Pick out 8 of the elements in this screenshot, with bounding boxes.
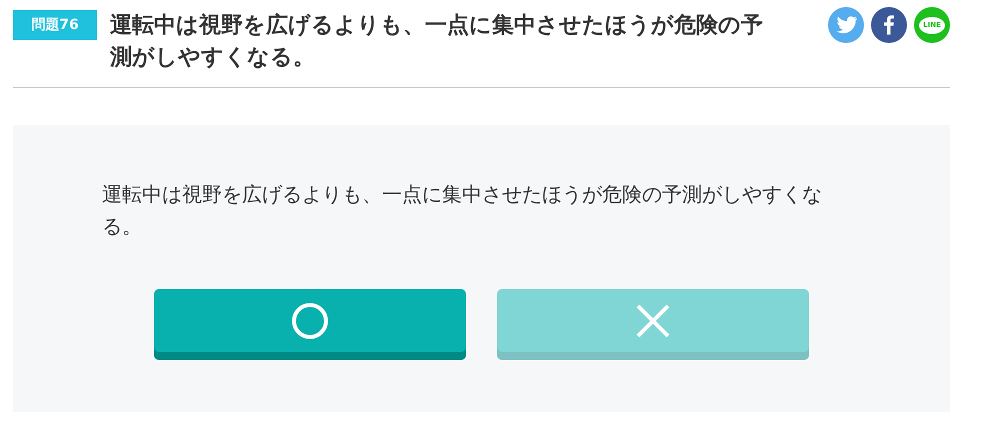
share-button[interactable] bbox=[871, 7, 907, 43]
answer-button[interactable] bbox=[154, 289, 466, 360]
question-title: 運転中は視野を広げるよりも、一点に集中させたほうが危険の予測がしやすくなる。 bbox=[110, 12, 764, 72]
bird-icon bbox=[836, 16, 856, 34]
question-number-badge: 問題76 bbox=[13, 10, 97, 40]
question-text: 運転中は視野を広げるよりも、一点に集中させたほうが危険の予測がしやすくなる。 bbox=[102, 181, 823, 240]
letter-f-icon bbox=[884, 15, 894, 35]
circle-icon bbox=[290, 300, 330, 340]
